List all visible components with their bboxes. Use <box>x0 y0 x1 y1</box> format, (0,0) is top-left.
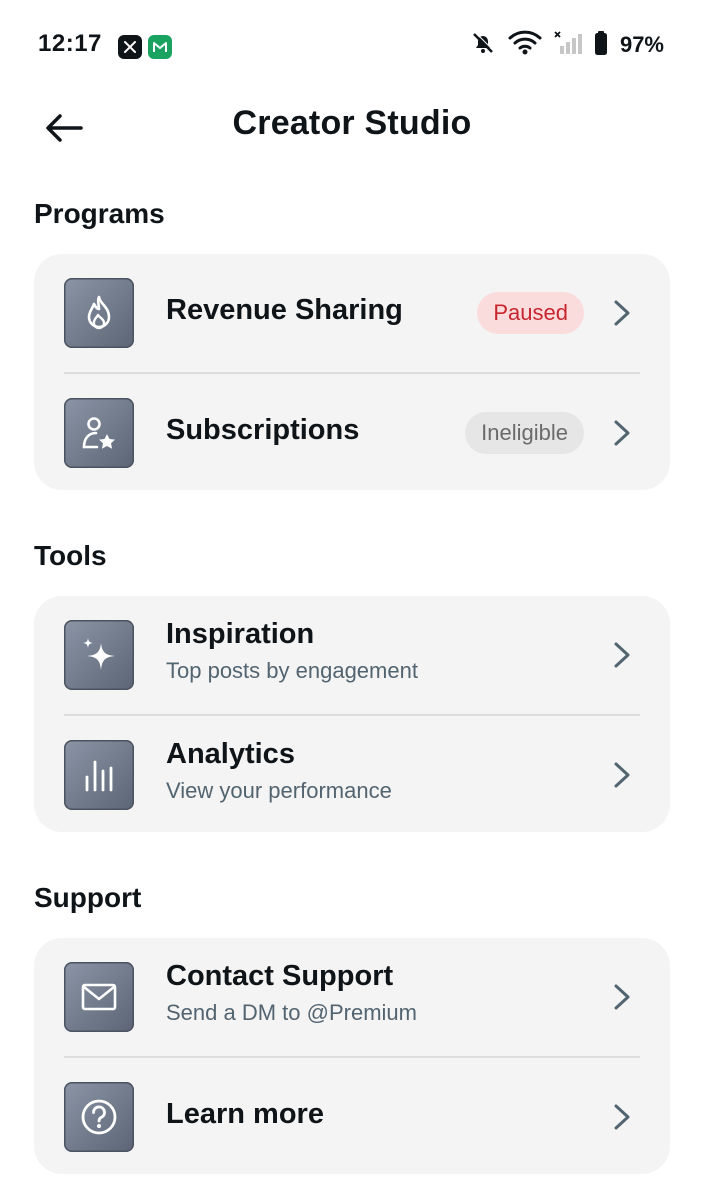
analytics-item[interactable]: Analytics View your performance <box>34 716 670 832</box>
inspiration-subtitle: Top posts by engagement <box>166 658 418 683</box>
section-title-support: Support <box>34 882 142 913</box>
status-indicators: 97% <box>470 30 664 60</box>
ineligible-status-badge: Ineligible <box>465 412 584 454</box>
mail-app-icon <box>148 35 172 59</box>
section-title-programs: Programs <box>34 198 165 229</box>
contact-support-subtitle: Send a DM to @Premium <box>166 1000 417 1025</box>
envelope-icon <box>64 962 134 1032</box>
chevron-right-icon <box>614 642 630 668</box>
chevron-right-icon <box>614 420 630 446</box>
contact-support-item[interactable]: Contact Support Send a DM to @Premium <box>34 938 670 1056</box>
flame-icon <box>64 278 134 348</box>
learn-more-label: Learn more <box>166 1098 324 1130</box>
analytics-subtitle: View your performance <box>166 778 392 803</box>
bar-chart-icon <box>64 740 134 810</box>
sparkles-icon <box>64 620 134 690</box>
subscriptions-label: Subscriptions <box>166 414 360 446</box>
section-title-tools: Tools <box>34 540 107 571</box>
learn-more-item[interactable]: Learn more <box>34 1058 670 1174</box>
x-app-icon <box>118 35 142 59</box>
programs-card: Revenue Sharing Paused Subscriptions Ine… <box>34 254 670 490</box>
contact-support-label: Contact Support <box>166 960 394 992</box>
analytics-label: Analytics <box>166 738 295 770</box>
status-bar: 12:17 97% <box>0 0 704 92</box>
status-time: 12:17 <box>38 30 102 57</box>
chevron-right-icon <box>614 300 630 326</box>
subscriptions-item[interactable]: Subscriptions Ineligible <box>34 374 670 490</box>
battery-percentage: 97% <box>619 32 664 57</box>
chevron-right-icon <box>614 1104 630 1130</box>
header: Creator Studio <box>0 92 704 162</box>
paused-status-badge: Paused <box>477 292 584 334</box>
inspiration-item[interactable]: Inspiration Top posts by engagement <box>34 596 670 714</box>
tools-card: Inspiration Top posts by engagement Anal… <box>34 596 670 832</box>
bell-off-icon <box>470 30 496 61</box>
revenue-sharing-label: Revenue Sharing <box>166 294 403 326</box>
person-star-icon <box>64 398 134 468</box>
inspiration-label: Inspiration <box>166 618 315 650</box>
wifi-icon <box>508 30 542 61</box>
signal-icon <box>554 30 582 61</box>
revenue-sharing-item[interactable]: Revenue Sharing Paused <box>34 254 670 372</box>
support-card: Contact Support Send a DM to @Premium Le… <box>34 938 670 1174</box>
page-title: Creator Studio <box>232 104 472 142</box>
chevron-right-icon <box>614 984 630 1010</box>
battery-icon <box>594 30 608 61</box>
chevron-right-icon <box>614 762 630 788</box>
question-icon <box>64 1082 134 1152</box>
